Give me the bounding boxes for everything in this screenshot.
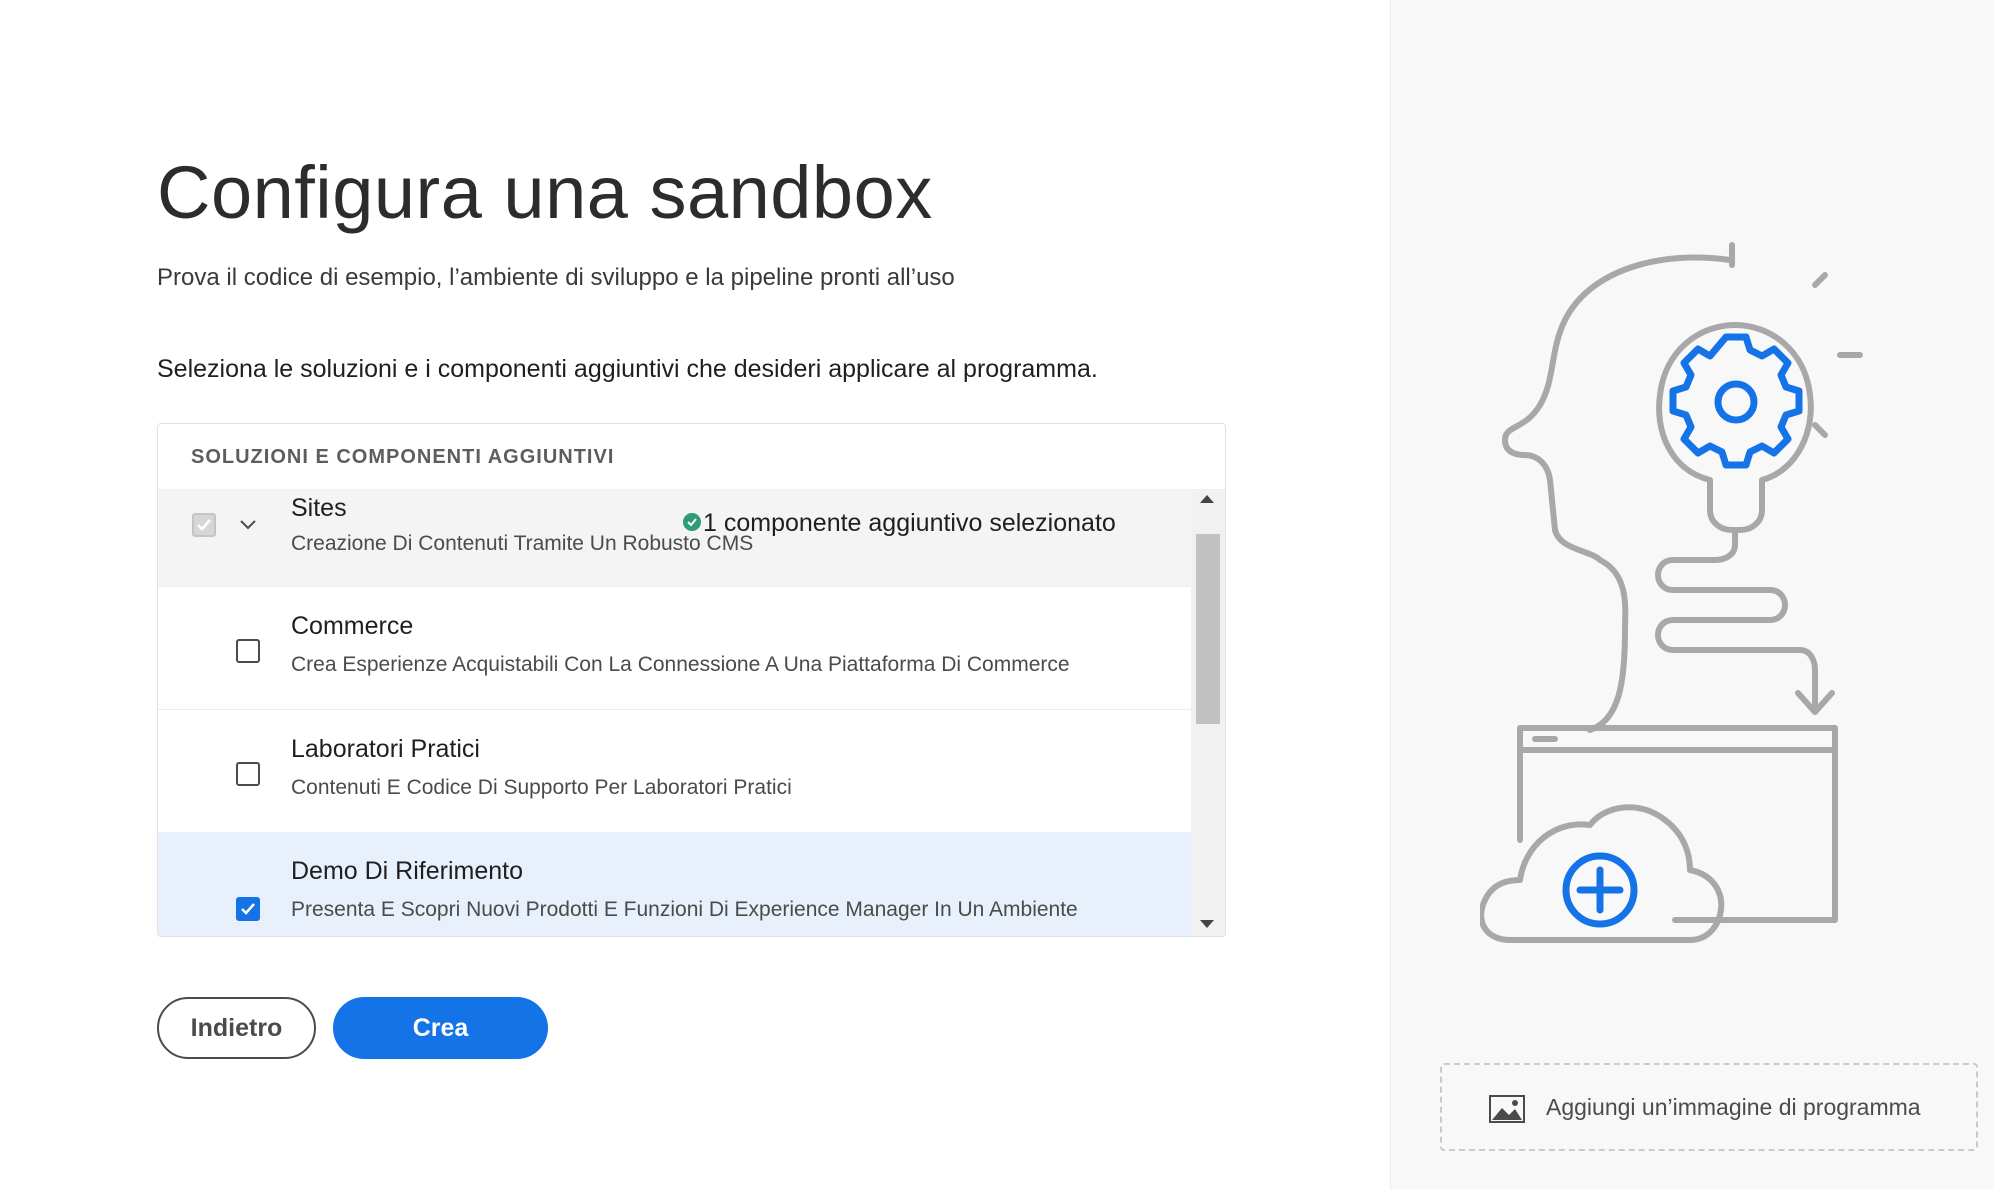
solutions-list: Sites Creazione Di Contenuti Tramite Un …	[158, 489, 1191, 936]
add-image-label: Aggiungi un’immagine di programma	[1546, 1094, 1921, 1120]
main-panel: Configura una sandbox Prova il codice di…	[0, 0, 1390, 1190]
create-button[interactable]: Crea	[333, 997, 548, 1059]
sites-checkbox	[192, 513, 216, 537]
solutions-panel: SOLUZIONI E COMPONENTI AGGIUNTIVI Sites …	[157, 423, 1226, 937]
lightbulb-icon	[1655, 242, 1863, 713]
panel-header: SOLUZIONI E COMPONENTI AGGIUNTIVI	[191, 446, 615, 468]
scroll-thumb[interactable]	[1196, 534, 1220, 724]
instruction-text: Seleziona le soluzioni e i componenti ag…	[157, 355, 1098, 383]
addon-status-text: 1 componente aggiuntivo selezionato	[703, 509, 1116, 537]
addon-status: 1 componente aggiuntivo selezionato	[683, 509, 1116, 538]
addon-row-labs[interactable]: Laboratori Pratici Contenuti E Codice Di…	[158, 709, 1191, 832]
addon-description: Contenuti E Codice Di Supporto Per Labor…	[291, 776, 792, 799]
solution-row-sites[interactable]: Sites Creazione Di Contenuti Tramite Un …	[158, 489, 1191, 586]
addon-name: Demo Di Riferimento	[291, 857, 524, 885]
back-button[interactable]: Indietro	[157, 997, 316, 1059]
labs-checkbox[interactable]	[236, 762, 260, 786]
sandbox-illustration	[1478, 230, 1920, 975]
addon-row-demo[interactable]: Demo Di Riferimento Presenta E Scopri Nu…	[158, 832, 1191, 936]
addon-name: Laboratori Pratici	[291, 735, 480, 763]
head-icon	[1502, 254, 1733, 733]
gear-icon	[1669, 333, 1803, 469]
commerce-checkbox[interactable]	[236, 639, 260, 663]
scroll-down-arrow-icon[interactable]	[1200, 920, 1214, 928]
demo-checkbox[interactable]	[236, 897, 260, 921]
addon-row-commerce[interactable]: Commerce Crea Esperienze Acquistabili Co…	[158, 586, 1191, 709]
scroll-up-arrow-icon[interactable]	[1200, 495, 1214, 503]
check-circle-icon	[683, 513, 701, 531]
page-subtitle: Prova il codice di esempio, l’ambiente d…	[157, 264, 955, 291]
addon-description: Presenta E Scopri Nuovi Prodotti E Funzi…	[291, 898, 1078, 921]
solution-description: Creazione Di Contenuti Tramite Un Robust…	[291, 532, 754, 555]
solution-name: Sites	[291, 494, 347, 522]
list-scrollbar[interactable]	[1191, 489, 1225, 936]
add-program-image-button[interactable]: Aggiungi un’immagine di programma	[1440, 1063, 1978, 1151]
page-title: Configura una sandbox	[157, 151, 933, 234]
chevron-down-icon[interactable]	[238, 514, 258, 534]
image-icon	[1489, 1095, 1525, 1128]
addon-name: Commerce	[291, 612, 414, 640]
addon-description: Crea Esperienze Acquistabili Con La Conn…	[291, 653, 1070, 676]
